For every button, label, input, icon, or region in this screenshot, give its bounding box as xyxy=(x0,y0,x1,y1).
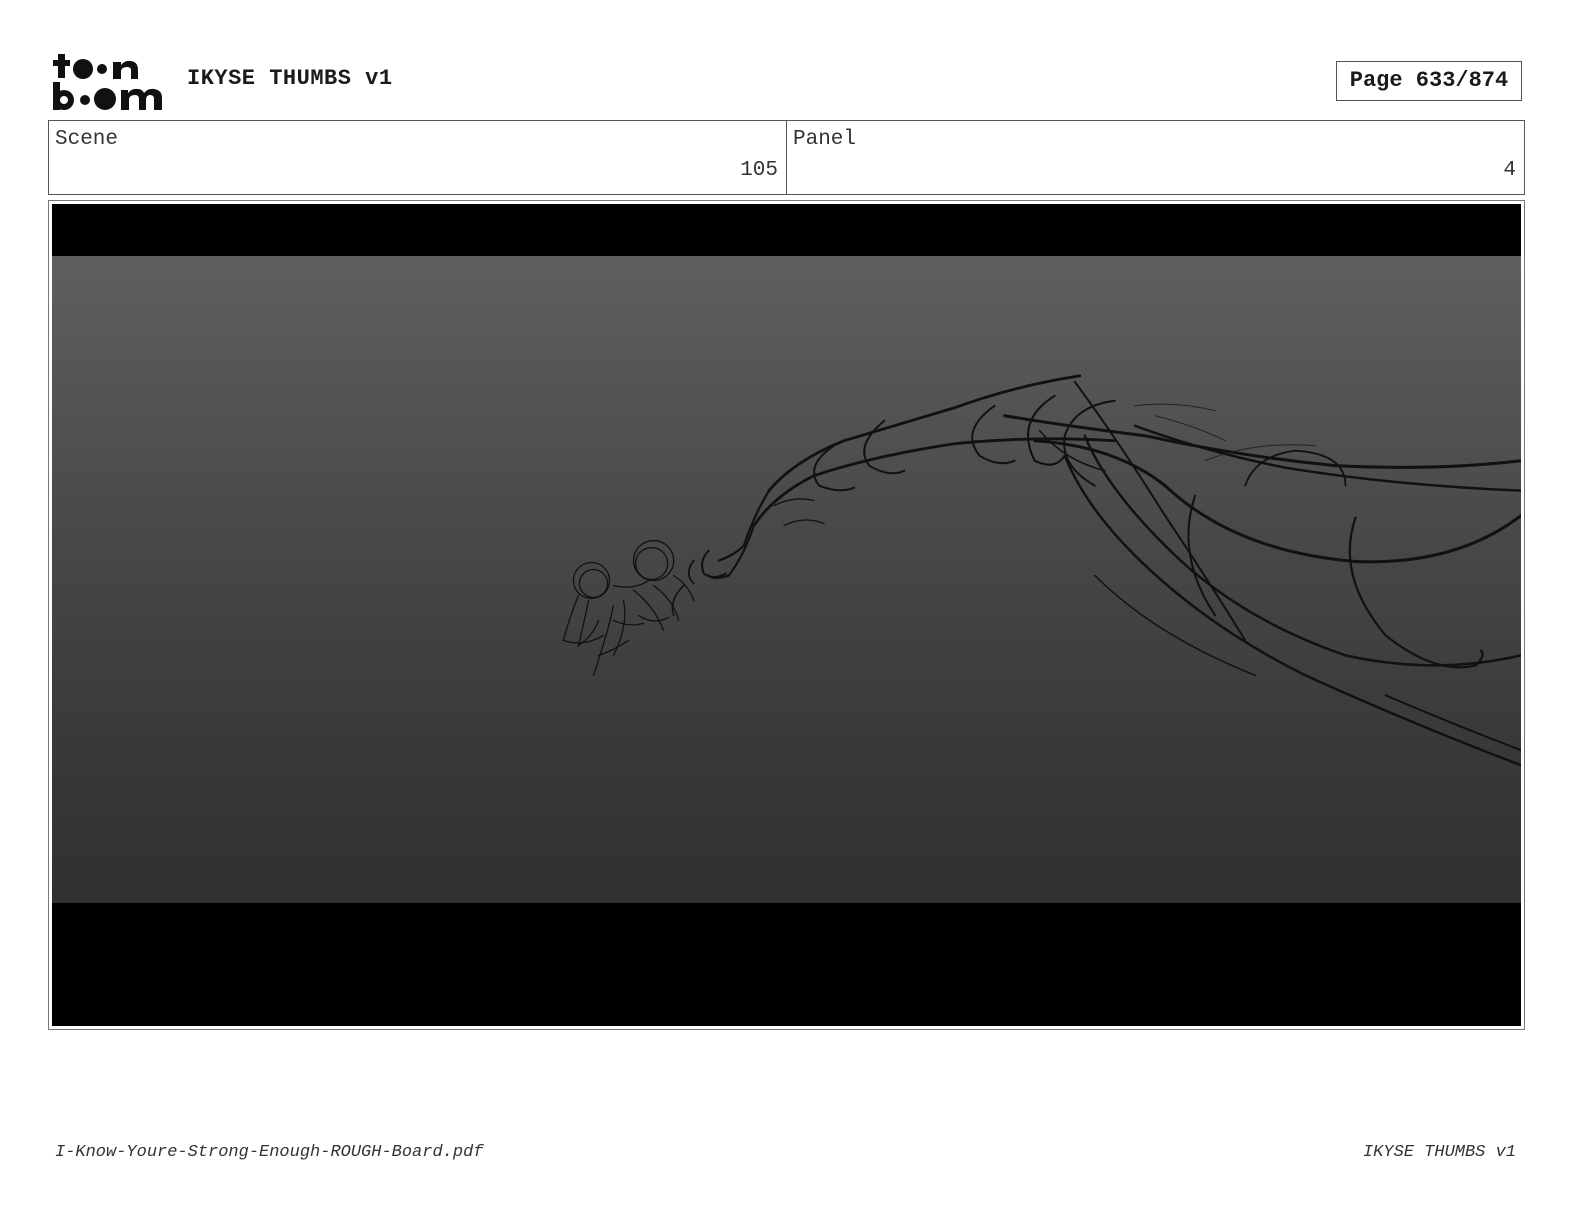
footer-filename: I-Know-Youre-Strong-Enough-ROUGH-Board.p… xyxy=(55,1143,484,1162)
letterbox-top-bar xyxy=(52,204,1521,256)
scene-label: Scene xyxy=(55,128,119,151)
panel-label: Panel xyxy=(793,128,857,151)
scene-value: 105 xyxy=(740,159,778,182)
document-title: IKYSE THUMBS v1 xyxy=(187,66,393,91)
panel-value: 4 xyxy=(1503,159,1516,182)
rough-sketch-drawing xyxy=(52,256,1521,903)
sketch-lines xyxy=(562,374,1521,767)
panel-cell: Panel 4 xyxy=(787,121,1524,194)
scene-panel-info-table: Scene 105 Panel 4 xyxy=(48,120,1525,195)
footer-project-title: IKYSE THUMBS v1 xyxy=(1362,1143,1516,1162)
page-number-box: Page 633/874 xyxy=(1336,61,1522,101)
toon-boom-logo xyxy=(50,50,166,114)
storyboard-frame xyxy=(48,200,1525,1030)
panel-image xyxy=(52,204,1521,1026)
scene-cell: Scene 105 xyxy=(49,121,787,194)
letterbox-bottom-bar xyxy=(52,903,1521,1026)
